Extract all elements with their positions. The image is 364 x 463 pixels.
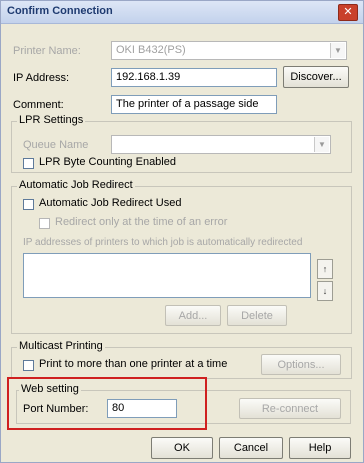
printer-name-label: Printer Name: [13,45,81,57]
move-down-button[interactable]: ↓ [317,281,333,301]
chevron-down-icon: ▼ [330,43,345,58]
reconnect-button[interactable]: Re-connect [239,398,341,419]
comment-value: The printer of a passage side [116,98,259,110]
redirect-list-label: IP addresses of printers to which job is… [23,237,303,248]
lpr-byte-counting-checkbox[interactable] [23,158,34,169]
close-icon: ✕ [343,6,353,18]
ip-address-value: 192.168.1.39 [116,71,181,83]
arrow-down-icon: ↓ [322,286,328,296]
redirect-error-only-label: Redirect only at the time of an error [55,216,228,228]
title-bar: Confirm Connection ✕ [1,1,363,24]
comment-field[interactable]: The printer of a passage side [111,95,277,114]
cancel-button[interactable]: Cancel [219,437,283,459]
options-button[interactable]: Options... [261,354,341,375]
comment-label: Comment: [13,99,64,111]
arrow-up-icon: ↑ [322,264,328,274]
ip-address-field[interactable]: 192.168.1.39 [111,68,277,87]
window-title: Confirm Connection [7,5,113,17]
redirect-used-label: Automatic Job Redirect Used [39,197,182,209]
lpr-byte-counting-label: LPR Byte Counting Enabled [39,156,176,168]
redirect-address-list[interactable] [23,253,311,298]
multicast-group-label: Multicast Printing [17,340,105,352]
delete-button[interactable]: Delete [227,305,287,326]
print-more-label: Print to more than one printer at a time [39,358,228,370]
print-more-checkbox[interactable] [23,360,34,371]
highlight-box [7,377,207,430]
help-button[interactable]: Help [289,437,351,459]
redirect-error-only-checkbox[interactable] [39,218,50,229]
discover-button[interactable]: Discover... [283,66,349,88]
ok-button[interactable]: OK [151,437,213,459]
chevron-down-icon: ▼ [314,137,329,152]
add-button[interactable]: Add... [165,305,221,326]
job-redirect-group-label: Automatic Job Redirect [17,179,135,191]
close-button[interactable]: ✕ [338,4,358,21]
ip-address-label: IP Address: [13,72,70,84]
confirm-connection-dialog: Confirm Connection ✕ Printer Name: OKI B… [0,0,364,463]
move-up-button[interactable]: ↑ [317,259,333,279]
lpr-settings-group-label: LPR Settings [17,114,86,126]
printer-name-dropdown: OKI B432(PS) ▼ [111,41,347,60]
redirect-used-checkbox[interactable] [23,199,34,210]
queue-name-label: Queue Name [23,139,89,151]
queue-name-dropdown: ▼ [111,135,331,154]
printer-name-value: OKI B432(PS) [116,44,186,56]
